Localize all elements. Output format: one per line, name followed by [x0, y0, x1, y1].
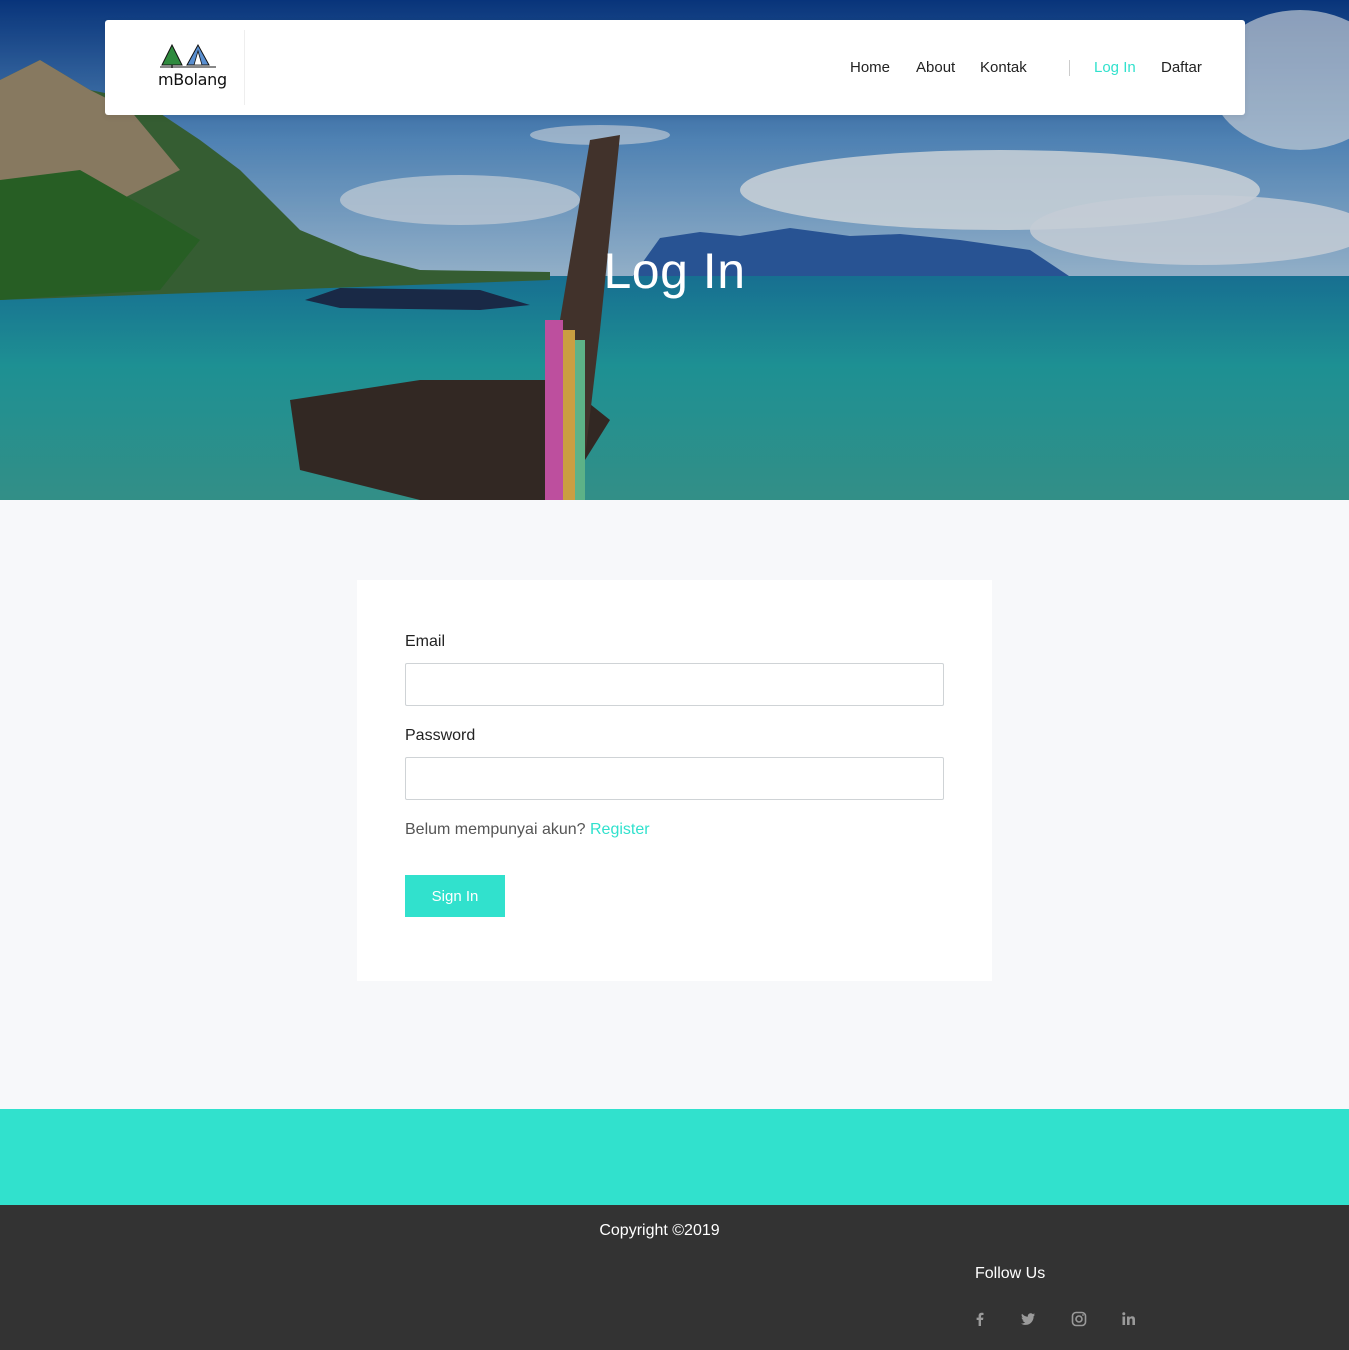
tent-tree-logo-icon	[160, 43, 216, 68]
email-label: Email	[405, 633, 446, 650]
sign-in-button[interactable]: Sign In	[405, 875, 505, 917]
nav-login-link[interactable]: Log In	[1094, 59, 1136, 76]
no-account-text: Belum mempunyai akun?	[405, 821, 586, 838]
copyright-text: Copyright ©2019	[599, 1222, 720, 1239]
facebook-icon[interactable]	[971, 1310, 989, 1328]
login-card: Email Password Belum mempunyai akun? Reg…	[357, 580, 992, 981]
instagram-icon[interactable]	[1070, 1310, 1088, 1328]
nav-about-link[interactable]: About	[916, 59, 955, 76]
nav-divider	[1069, 60, 1070, 76]
linkedin-icon[interactable]	[1120, 1310, 1138, 1328]
nav-home-link[interactable]: Home	[850, 59, 890, 76]
footer: Copyright ©2019 Follow Us	[0, 1205, 1349, 1350]
logo[interactable]: mBolang	[105, 30, 245, 105]
register-link[interactable]: Register	[590, 821, 650, 838]
password-field[interactable]	[405, 757, 944, 800]
logo-text: mBolang	[158, 70, 227, 89]
nav-kontak-link[interactable]: Kontak	[980, 59, 1027, 76]
navbar: mBolang Home About Kontak Log In Daftar	[105, 20, 1245, 115]
page-title: Log In	[603, 243, 746, 299]
follow-us-heading: Follow Us	[975, 1265, 1046, 1282]
footer-accent-band	[0, 1109, 1349, 1205]
email-field[interactable]	[405, 663, 944, 706]
nav-daftar-link[interactable]: Daftar	[1161, 59, 1202, 76]
register-prompt: Belum mempunyai akun? Register	[405, 821, 650, 839]
password-label: Password	[405, 727, 476, 744]
twitter-icon[interactable]	[1019, 1310, 1037, 1328]
